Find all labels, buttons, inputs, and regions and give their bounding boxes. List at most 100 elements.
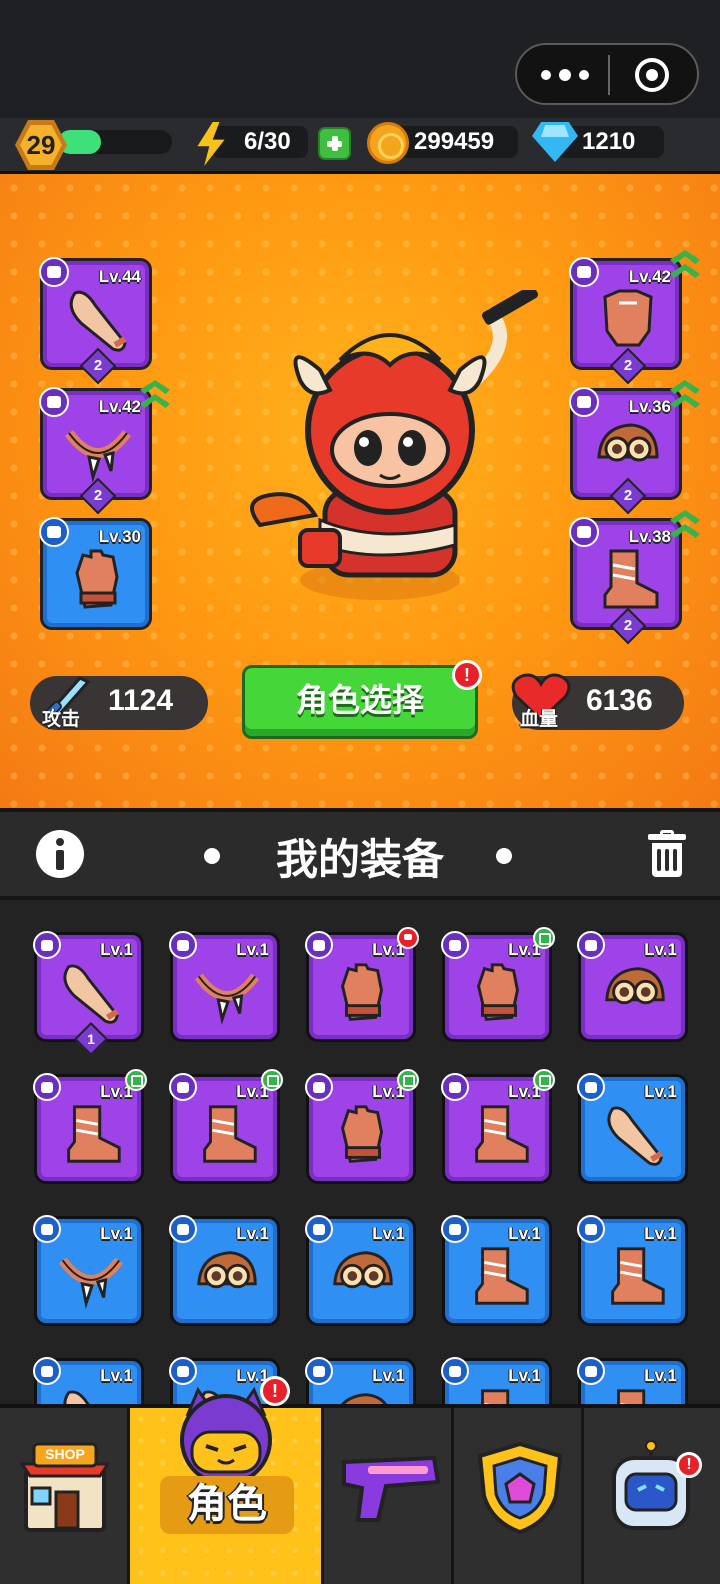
equipped-item-level: Lv.36 xyxy=(628,397,671,416)
necklace-type-icon xyxy=(33,1215,61,1243)
equipped-item-level: Lv.30 xyxy=(98,527,141,546)
helmet-type-icon xyxy=(569,387,599,417)
inventory-gloves-item[interactable]: Lv.1 xyxy=(305,927,419,1042)
shop-sign-text: SHOP xyxy=(45,1446,85,1462)
inventory-helmet-item[interactable]: Lv.1 xyxy=(169,1215,280,1326)
upgrade-arrow-icon xyxy=(670,380,700,414)
shield-icon xyxy=(477,1441,563,1535)
boots-type-icon xyxy=(577,1215,605,1243)
equipped-item-level: Lv.42 xyxy=(98,397,141,416)
miniprogram-capsule xyxy=(515,43,699,105)
equipped-item-level: Lv.38 xyxy=(628,527,671,546)
helmet-type-icon xyxy=(305,1215,333,1243)
compare-flag-icon xyxy=(261,1069,283,1091)
title-dot-right xyxy=(496,848,512,864)
equipped-weapon-slot[interactable]: Lv.44 2 xyxy=(39,257,152,385)
necklace-type-icon xyxy=(169,931,197,959)
boots-type-icon xyxy=(33,1073,61,1101)
inventory-gloves-item[interactable]: Lv.1 xyxy=(305,1069,419,1184)
gloves-type-icon xyxy=(305,1073,333,1101)
inventory-item-level: Lv.1 xyxy=(236,1224,269,1243)
helmet-type-icon xyxy=(169,1215,197,1243)
inventory-item-level: Lv.1 xyxy=(508,1366,541,1385)
inventory-helmet-item[interactable]: Lv.1 xyxy=(305,1215,416,1326)
helmet-type-icon xyxy=(305,1357,333,1385)
compare-flag-icon xyxy=(533,1069,555,1091)
blaster-icon xyxy=(342,1455,441,1522)
necklace-type-icon xyxy=(39,387,69,417)
inventory-item-level: Lv.1 xyxy=(508,1224,541,1243)
inventory-item-level: Lv.1 xyxy=(372,1224,405,1243)
compare-flag-icon xyxy=(533,927,555,949)
character-select-alert-icon: ! xyxy=(452,660,482,690)
energy-value: 6/30 xyxy=(244,128,291,155)
equipped-necklace-slot[interactable]: Lv.42 2 xyxy=(39,387,152,515)
inventory-item-level: Lv.1 xyxy=(372,1366,405,1385)
equipped-helmet-slot[interactable]: Lv.36 2 xyxy=(569,387,682,515)
boots-type-icon xyxy=(169,1073,197,1101)
inventory-item-level: Lv.1 xyxy=(644,1366,677,1385)
compare-flag-icon xyxy=(125,1069,147,1091)
gold-value: 299459 xyxy=(414,128,495,155)
add-energy-button[interactable] xyxy=(318,127,351,160)
capsule-divider xyxy=(608,55,610,95)
boots-type-icon xyxy=(441,1215,469,1243)
weapon-type-icon xyxy=(169,1357,197,1385)
upgrade-arrow-icon xyxy=(140,380,170,414)
inventory-gloves-item[interactable]: Lv.1 xyxy=(441,927,555,1042)
character-select-button[interactable]: 角色选择 xyxy=(242,665,478,739)
boots-type-icon xyxy=(441,1357,469,1385)
inventory-boots-item[interactable]: Lv.1 xyxy=(169,1069,283,1184)
inventory-weapon-item[interactable]: Lv.1 1 xyxy=(33,931,144,1056)
diamond-value: 1210 xyxy=(582,128,636,155)
weapon-type-icon xyxy=(577,1073,605,1101)
inventory-boots-item[interactable]: Lv.1 xyxy=(441,1215,552,1326)
attack-value: 1124 xyxy=(108,684,174,717)
gold-coin-icon xyxy=(367,122,409,164)
inventory-helmet-item[interactable]: Lv.1 xyxy=(577,931,688,1042)
close-miniprogram-icon[interactable] xyxy=(635,58,669,92)
hp-label: 血量 xyxy=(520,709,559,730)
trash-icon[interactable] xyxy=(648,830,686,878)
inventory-boots-item[interactable]: Lv.1 xyxy=(577,1357,688,1404)
inventory-weapon-item[interactable]: Lv.1 xyxy=(33,1357,144,1404)
inventory-boots-item[interactable]: Lv.1 xyxy=(33,1069,147,1184)
inventory-item-level: Lv.1 xyxy=(236,940,269,959)
game-screen: { "player": { "level": "29", "xp_fractio… xyxy=(0,0,720,1584)
equipped-item-level: Lv.42 xyxy=(628,267,671,286)
equipped-armor-slot[interactable]: Lv.42 2 xyxy=(569,257,682,385)
inventory-necklace-item[interactable]: Lv.1 xyxy=(169,931,280,1042)
inventory-helmet-item[interactable]: Lv.1 xyxy=(305,1357,416,1404)
new-item-flag-icon xyxy=(397,927,419,949)
upgrade-arrow-icon xyxy=(670,510,700,544)
inventory-boots-item[interactable]: Lv.1 xyxy=(441,1069,555,1184)
compare-flag-icon xyxy=(397,1069,419,1091)
more-menu-icon[interactable] xyxy=(541,63,589,87)
inventory-weapon-item[interactable]: Lv.1 xyxy=(577,1073,688,1184)
gloves-type-icon xyxy=(39,517,69,547)
inventory-boots-item[interactable]: Lv.1 xyxy=(441,1357,552,1404)
player-level: 29 xyxy=(20,125,62,165)
pets-tab-alert-icon: ! xyxy=(676,1452,702,1478)
gloves-type-icon xyxy=(441,931,469,959)
equipment-title: 我的装备 xyxy=(275,836,444,883)
equipped-gloves-slot[interactable]: Lv.30 xyxy=(39,517,152,630)
inventory-necklace-item[interactable]: Lv.1 xyxy=(33,1215,144,1326)
inventory-item-level: Lv.1 xyxy=(644,1082,677,1101)
inventory-item-level: Lv.1 xyxy=(644,940,677,959)
equipped-boots-slot[interactable]: Lv.38 2 xyxy=(569,517,682,645)
equipment-inventory[interactable]: Lv.1 1 Lv.1 Lv.1 Lv.1 Lv.1 Lv.1 Lv.1 Lv.1 Lv.1 Lv.… xyxy=(0,900,720,1404)
character-tab-alert-icon: ! xyxy=(260,1376,290,1406)
inventory-item-level: Lv.1 xyxy=(100,1224,133,1243)
weapon-type-icon xyxy=(33,931,61,959)
boots-type-icon xyxy=(441,1073,469,1101)
weapon-type-icon xyxy=(39,257,69,287)
hp-value: 6136 xyxy=(586,684,653,717)
boots-type-icon xyxy=(577,1357,605,1385)
inventory-item-level: Lv.1 xyxy=(100,940,133,959)
attack-label: 攻击 xyxy=(42,709,81,730)
hero-character[interactable] xyxy=(230,290,550,620)
inventory-boots-item[interactable]: Lv.1 xyxy=(577,1215,688,1326)
inventory-item-level: Lv.1 xyxy=(644,1224,677,1243)
armor-type-icon xyxy=(569,257,599,287)
